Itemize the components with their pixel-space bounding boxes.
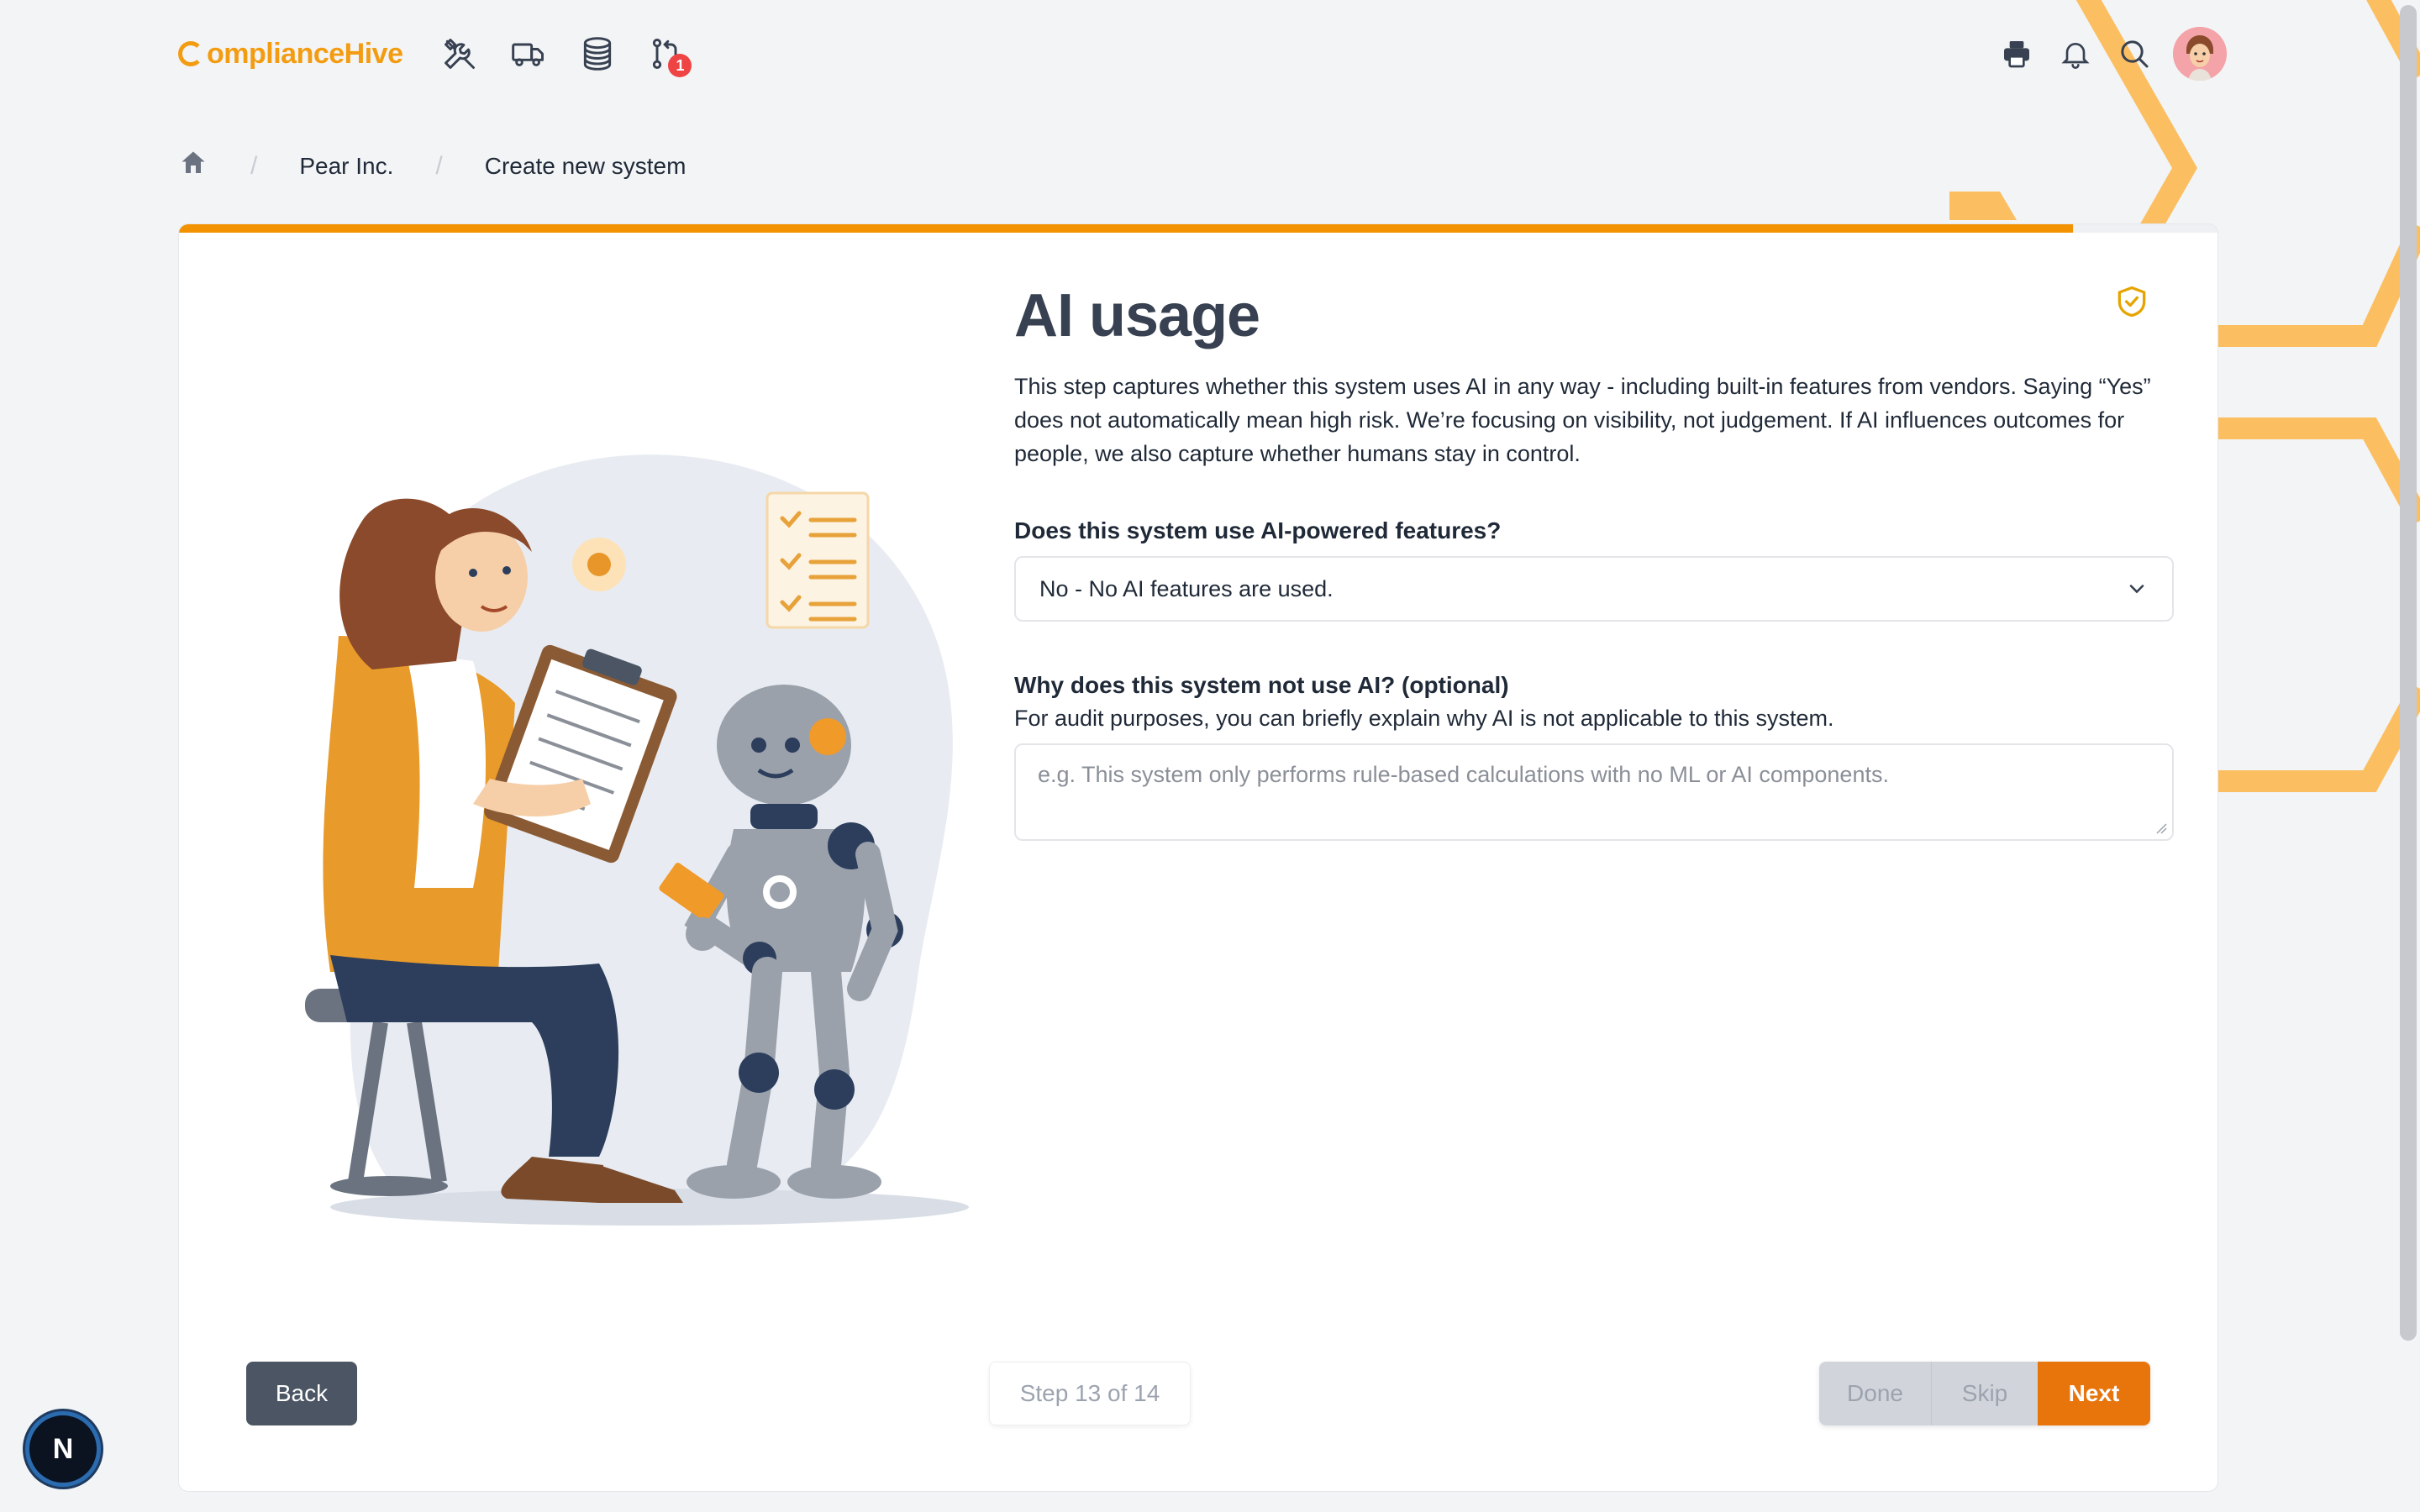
skip-button[interactable]: Skip — [1932, 1362, 2038, 1425]
printer-icon[interactable] — [1996, 34, 2037, 74]
dev-tools-badge[interactable]: N — [25, 1411, 101, 1487]
progress-bar-fill — [179, 224, 2073, 233]
ai-features-selected-value: No - No AI features are used. — [1039, 575, 1334, 601]
ai-features-select[interactable]: No - No AI features are used. — [1014, 556, 2174, 622]
avatar-face-icon — [2173, 27, 2227, 81]
step-description: This step captures whether this system u… — [1014, 374, 2151, 467]
breadcrumb-item-current: Create new system — [484, 152, 687, 179]
logo-mark-icon — [178, 41, 203, 66]
breadcrumb-separator: / — [435, 151, 443, 180]
ai-features-question-label: Does this system use AI-powered features… — [1014, 517, 1502, 544]
search-icon[interactable] — [2114, 34, 2154, 74]
progress-bar — [179, 224, 2217, 233]
page-title: AI usage — [1014, 282, 1260, 349]
wizard-action-group: Done Skip Next — [1819, 1362, 2150, 1425]
ai-usage-illustration — [305, 454, 969, 1226]
top-navigation: omplianceHive 1 — [178, 27, 2227, 81]
bell-icon[interactable] — [2055, 34, 2096, 74]
no-ai-reason-textarea[interactable]: e.g. This system only performs rule-base… — [1014, 743, 2174, 842]
no-ai-reason-helper: For audit purposes, you can briefly expl… — [1014, 706, 1834, 732]
right-icon-group — [1996, 27, 2227, 81]
breadcrumb-item-company[interactable]: Pear Inc. — [299, 153, 393, 180]
step-indicator: Step 13 of 14 — [989, 1362, 1191, 1425]
no-ai-reason-label: Why does this system not use AI? (option… — [1014, 672, 1509, 699]
pull-request-icon[interactable]: 1 — [646, 34, 692, 77]
breadcrumb: / Pear Inc. / Create new system — [178, 148, 686, 184]
notification-badge: 1 — [668, 54, 692, 77]
done-button[interactable]: Done — [1819, 1362, 1932, 1425]
database-icon[interactable] — [577, 34, 618, 74]
textarea-placeholder: e.g. This system only performs rule-base… — [1038, 762, 1889, 788]
avatar[interactable] — [2173, 27, 2227, 81]
app-logo[interactable]: omplianceHive — [178, 37, 403, 71]
step-content: AI usage This step captures whether this… — [1014, 282, 2174, 842]
resize-grip-icon[interactable] — [2155, 822, 2167, 834]
logo-text: omplianceHive — [207, 37, 403, 70]
truck-icon[interactable] — [508, 34, 549, 74]
home-icon[interactable] — [178, 148, 208, 184]
breadcrumb-separator: / — [250, 151, 258, 180]
nav-icon-group: 1 — [439, 34, 692, 77]
scrollbar[interactable] — [2400, 5, 2417, 1341]
chevron-down-icon — [2129, 585, 2144, 594]
next-button[interactable]: Next — [2038, 1362, 2150, 1425]
back-button[interactable]: Back — [246, 1362, 357, 1425]
wizard-card: AI usage This step captures whether this… — [178, 223, 2218, 1492]
tools-icon[interactable] — [439, 34, 480, 74]
